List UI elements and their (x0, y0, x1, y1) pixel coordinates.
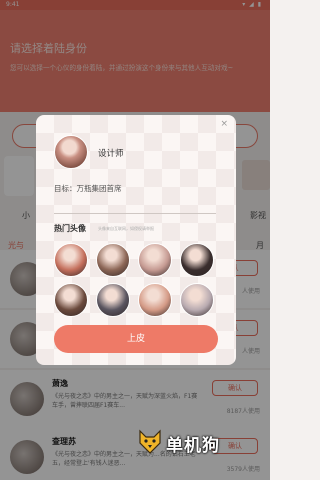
hot-avatars-tip: 头像来自互联网，如侵权请举报 (98, 226, 154, 231)
confirm-button[interactable]: 上皮 (54, 325, 218, 353)
avatar-option[interactable] (138, 283, 172, 317)
avatar-option[interactable] (54, 243, 88, 277)
avatar-option[interactable] (54, 283, 88, 317)
selected-avatar[interactable] (54, 135, 88, 169)
identity-dialog: × 设计师 目标：万瓶集团首席 热门头像 头像来自互联网，如侵权请举报 上皮 (36, 115, 236, 365)
watermark-text: 单机狗 (166, 436, 220, 456)
watermark: 单机狗 (136, 425, 246, 461)
avatar-option[interactable] (96, 243, 130, 277)
close-icon[interactable]: × (220, 119, 228, 129)
avatar-option[interactable] (180, 283, 214, 317)
divider (54, 213, 216, 214)
identity-name: 设计师 (98, 149, 124, 159)
hot-avatars-title: 热门头像 (54, 224, 86, 233)
avatar-option[interactable] (96, 283, 130, 317)
avatar-option[interactable] (180, 243, 214, 277)
avatar-option[interactable] (138, 243, 172, 277)
dog-logo-icon (139, 429, 161, 454)
identity-goal: 目标：万瓶集团首席 (54, 184, 122, 193)
